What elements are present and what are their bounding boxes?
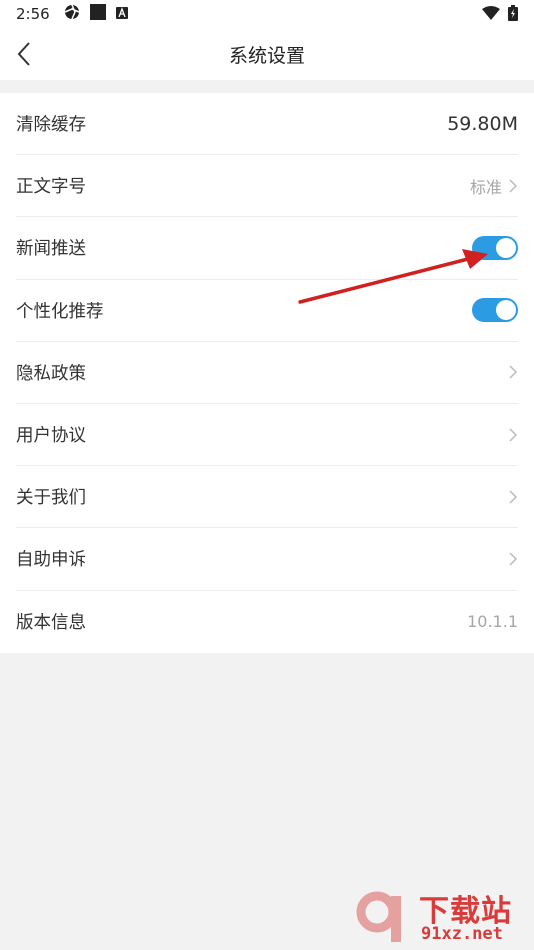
setting-version-info: 版本信息 10.1.1 [16, 591, 518, 653]
personalized-recommend-toggle[interactable] [472, 298, 518, 323]
setting-clear-cache[interactable]: 清除缓存 59.80M [16, 93, 518, 156]
setting-self-appeal[interactable]: 自助申诉 [16, 528, 518, 591]
news-push-toggle[interactable] [472, 235, 518, 260]
back-button[interactable] [8, 38, 40, 70]
battery-charging-icon [508, 5, 518, 25]
setting-label: 用户协议 [16, 426, 86, 447]
chevron-right-icon [509, 552, 518, 566]
toggle-knob [496, 300, 516, 321]
chevron-right-icon [509, 428, 518, 442]
setting-label: 隐私政策 [16, 363, 86, 384]
wifi-icon [482, 6, 500, 24]
setting-news-push: 新闻推送 [16, 217, 518, 280]
version-value: 10.1.1 [467, 612, 518, 632]
settings-list: 清除缓存 59.80M 正文字号 标准 新闻推送 个性化推荐 隐私政策 用户协议… [0, 93, 534, 653]
setting-label: 关于我们 [16, 488, 86, 509]
chevron-right-icon [509, 179, 518, 193]
top-nav-bar: 系统设置 [0, 28, 534, 80]
setting-personalized-recommend: 个性化推荐 [16, 280, 518, 342]
setting-label: 正文字号 [16, 177, 86, 198]
setting-label: 新闻推送 [16, 239, 86, 260]
chevron-right-icon [509, 490, 518, 504]
status-bar: 2:56 [0, 0, 534, 28]
cache-size-value: 59.80M [447, 112, 518, 135]
setting-label: 清除缓存 [16, 115, 86, 136]
setting-privacy-policy[interactable]: 隐私政策 [16, 342, 518, 404]
setting-label: 版本信息 [16, 613, 86, 634]
setting-user-agreement[interactable]: 用户协议 [16, 404, 518, 467]
page-title: 系统设置 [228, 44, 305, 67]
setting-about-us[interactable]: 关于我们 [16, 466, 518, 529]
chevron-right-icon [509, 365, 518, 379]
watermark-logo-icon [356, 891, 401, 942]
watermark-url: 91xz.net [421, 924, 503, 944]
app-a-notification-icon [115, 5, 128, 23]
toggle-knob [496, 237, 516, 258]
setting-label: 个性化推荐 [16, 301, 104, 322]
aperture-icon [64, 4, 80, 24]
back-chevron-icon [17, 42, 30, 66]
watermark: 下载站 91xz.net [355, 886, 530, 948]
setting-font-size[interactable]: 正文字号 标准 [16, 155, 518, 218]
status-time: 2:56 [16, 5, 50, 23]
setting-label: 自助申诉 [16, 550, 86, 571]
square-notification-icon [89, 4, 106, 24]
font-size-value: 标准 [469, 177, 502, 197]
